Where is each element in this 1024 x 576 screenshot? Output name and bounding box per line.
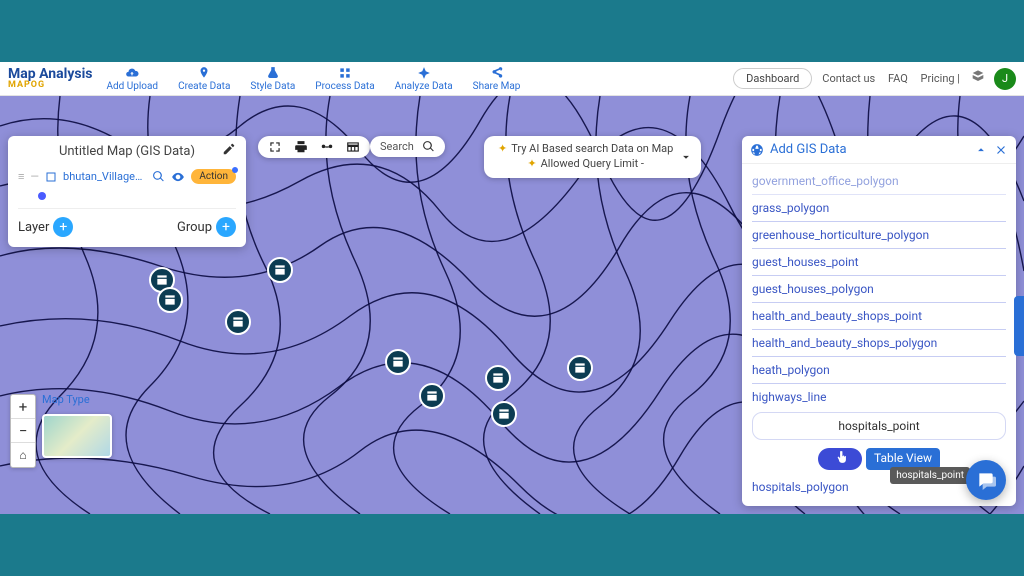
gis-list-item[interactable]: highways_line: [752, 384, 1006, 406]
tooltip: hospitals_point: [890, 467, 970, 484]
hospital-marker[interactable]: [267, 257, 293, 283]
nav-label: Share Map: [473, 81, 521, 92]
chat-fab[interactable]: [966, 460, 1006, 500]
gis-list-item[interactable]: heath_polygon: [752, 357, 1006, 384]
search-icon: [422, 140, 435, 153]
gis-data-panel: Add GIS Data government_office_polygongr…: [742, 136, 1016, 506]
nav-label: Create Data: [178, 81, 230, 92]
cursor-hand-icon: [836, 450, 850, 464]
dashboard-button[interactable]: Dashboard: [733, 68, 812, 89]
contact-link[interactable]: Contact us: [822, 72, 875, 85]
footer-layer-label: Layer: [18, 220, 49, 235]
nav-label: Analyze Data: [395, 81, 453, 92]
nav-label: Process Data: [315, 81, 374, 92]
hospital-marker[interactable]: [491, 401, 517, 427]
top-nav: Map Analysis MAPOG Add Upload Create Dat…: [0, 62, 1024, 96]
edit-title-icon[interactable]: [222, 142, 236, 160]
layer-row[interactable]: ≡ — bhutan_Villages l... Action: [18, 165, 236, 188]
layer-name: bhutan_Villages l...: [63, 170, 146, 183]
zoom-home-button[interactable]: ⌂: [11, 443, 35, 467]
hospital-marker[interactable]: [419, 383, 445, 409]
pin-icon: [197, 66, 211, 80]
layer-action-button[interactable]: Action: [191, 169, 236, 184]
compass-icon: [417, 66, 431, 80]
nav-right: Contact us FAQ Pricing |: [822, 72, 970, 85]
hospital-marker[interactable]: [157, 287, 183, 313]
sparkle-icon: ✦: [498, 142, 507, 155]
gis-list-item[interactable]: health_and_beauty_shops_polygon: [752, 330, 1006, 357]
gis-list-item[interactable]: grass_polygon: [752, 195, 1006, 222]
brand-sub: MAPOG: [8, 81, 92, 90]
nav-style-data[interactable]: Style Data: [240, 66, 305, 92]
hospital-marker[interactable]: [385, 349, 411, 375]
sparkle-icon: ✦: [527, 157, 536, 170]
zoom-control: + − ⌂: [10, 394, 36, 468]
measure-icon[interactable]: [320, 140, 334, 154]
user-avatar[interactable]: J: [994, 68, 1016, 90]
hospital-marker[interactable]: [225, 309, 251, 335]
gis-list-item[interactable]: greenhouse_horticulture_polygon: [752, 222, 1006, 249]
nav-share-map[interactable]: Share Map: [463, 66, 531, 92]
drag-handle-icon[interactable]: ≡: [18, 170, 24, 183]
search-label: Search: [380, 140, 414, 153]
nav-analyze-data[interactable]: Analyze Data: [385, 66, 463, 92]
zoom-in-button[interactable]: +: [11, 395, 35, 419]
zoom-to-layer-icon[interactable]: [152, 170, 165, 183]
gis-list-item[interactable]: guest_houses_polygon: [752, 276, 1006, 303]
fullscreen-icon[interactable]: [268, 140, 282, 154]
nav-add-upload[interactable]: Add Upload: [96, 66, 168, 92]
flask-icon: [266, 66, 280, 80]
side-drawer-tab[interactable]: [1014, 296, 1024, 356]
cloud-upload-icon: [125, 66, 139, 80]
nav-label: Add Upload: [106, 81, 158, 92]
gis-list-item[interactable]: government_office_polygon: [752, 168, 1006, 195]
print-icon[interactable]: [294, 140, 308, 154]
ai-search-chip[interactable]: ✦ Try AI Based search Data on Map ✦ Allowe…: [484, 136, 701, 178]
apps-icon[interactable]: [970, 69, 994, 88]
zoom-out-button[interactable]: −: [11, 419, 35, 443]
map-title: Untitled Map (GIS Data): [59, 144, 195, 159]
add-layer-button[interactable]: +: [53, 217, 73, 237]
globe-icon: [750, 143, 764, 157]
layer-geom-icon: [45, 171, 57, 183]
nav-label: Style Data: [250, 81, 295, 92]
share-icon: [490, 66, 504, 80]
map-type-thumbnail[interactable]: [42, 414, 112, 458]
add-toggle[interactable]: [818, 448, 862, 470]
ai-line1: Try AI Based search Data on Map: [511, 142, 673, 155]
map-type-label: Map Type: [42, 393, 90, 406]
gis-selected-item[interactable]: hospitals_point: [752, 412, 1006, 440]
pricing-link[interactable]: Pricing |: [921, 72, 960, 85]
layer-symbol-dot: [38, 192, 46, 200]
nav-process-data[interactable]: Process Data: [305, 66, 384, 92]
brand-logo: Map Analysis MAPOG: [8, 67, 92, 90]
collapse-icon[interactable]: [974, 143, 988, 157]
ai-line2: Allowed Query Limit -: [541, 157, 644, 170]
nav-create-data[interactable]: Create Data: [168, 66, 240, 92]
map-tools-chip: [258, 136, 370, 158]
footer-group-label: Group: [177, 220, 212, 235]
process-icon: [338, 66, 352, 80]
gis-list-item[interactable]: health_and_beauty_shops_point: [752, 303, 1006, 330]
map-canvas[interactable]: Untitled Map (GIS Data) ≡ — bhutan_Villa…: [0, 96, 1024, 514]
visibility-icon[interactable]: [171, 170, 185, 184]
chat-icon: [976, 470, 996, 490]
close-icon[interactable]: [994, 143, 1008, 157]
faq-link[interactable]: FAQ: [888, 72, 908, 85]
chevron-down-icon[interactable]: [679, 150, 693, 164]
gis-list-item[interactable]: guest_houses_point: [752, 249, 1006, 276]
layer-panel: Untitled Map (GIS Data) ≡ — bhutan_Villa…: [8, 136, 246, 247]
map-search-chip[interactable]: Search: [370, 136, 445, 157]
hospital-marker[interactable]: [485, 365, 511, 391]
add-group-button[interactable]: +: [216, 217, 236, 237]
hospital-marker[interactable]: [567, 355, 593, 381]
gis-panel-title: Add GIS Data: [770, 142, 847, 157]
table-icon[interactable]: [346, 140, 360, 154]
